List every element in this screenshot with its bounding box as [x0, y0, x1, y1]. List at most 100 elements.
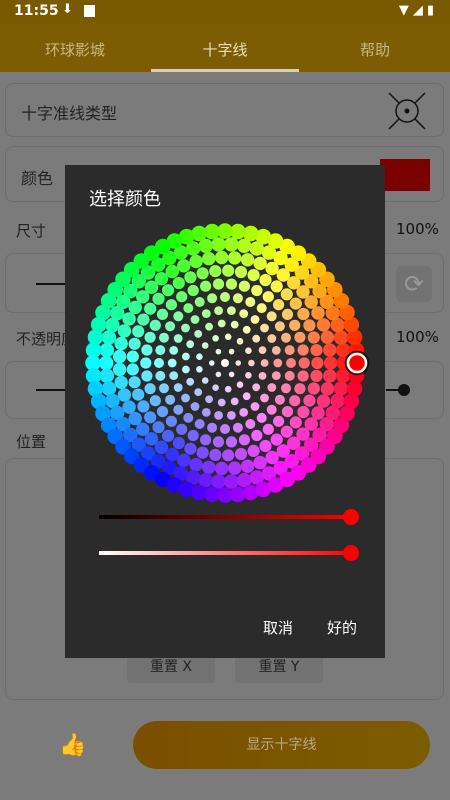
lightness-slider-thumb[interactable]: [343, 509, 359, 525]
color-dot[interactable]: [184, 442, 197, 455]
color-dot[interactable]: [221, 359, 229, 367]
cancel-button[interactable]: 取消: [263, 617, 293, 638]
color-dot[interactable]: [205, 322, 214, 331]
color-dot[interactable]: [247, 444, 260, 457]
color-dot[interactable]: [137, 400, 150, 413]
color-dot[interactable]: [141, 344, 153, 356]
color-dot[interactable]: [251, 429, 263, 442]
color-swatch[interactable]: [380, 159, 430, 191]
color-dot[interactable]: [232, 422, 243, 433]
color-dot[interactable]: [122, 400, 136, 414]
color-dot[interactable]: [307, 382, 320, 395]
color-dot[interactable]: [122, 312, 136, 326]
color-dot[interactable]: [225, 278, 238, 290]
color-dot[interactable]: [173, 383, 183, 392]
color-dot[interactable]: [242, 325, 251, 334]
show-crosshair-button[interactable]: 显示十字线: [133, 721, 430, 769]
color-dot[interactable]: [258, 346, 267, 354]
color-dot[interactable]: [200, 434, 212, 446]
color-dot[interactable]: [172, 436, 185, 450]
color-dot[interactable]: [330, 393, 345, 409]
color-dot[interactable]: [239, 408, 249, 417]
color-dot[interactable]: [253, 256, 267, 271]
selected-color-marker[interactable]: [346, 352, 368, 374]
color-dot[interactable]: [132, 388, 145, 401]
color-dot[interactable]: [152, 292, 165, 305]
color-dot[interactable]: [190, 402, 200, 411]
color-dot[interactable]: [167, 358, 177, 368]
color-dot[interactable]: [239, 309, 249, 318]
color-dot[interactable]: [281, 332, 291, 343]
color-dot[interactable]: [222, 449, 235, 462]
opacity-slider-thumb[interactable]: [398, 384, 410, 396]
color-dot[interactable]: [284, 370, 295, 381]
color-dot[interactable]: [251, 284, 263, 297]
color-dot[interactable]: [196, 267, 209, 280]
color-dot[interactable]: [274, 321, 285, 332]
color-dot[interactable]: [280, 425, 293, 438]
color-dot[interactable]: [209, 448, 222, 461]
color-dot[interactable]: [186, 377, 195, 386]
color-dot[interactable]: [253, 455, 267, 470]
color-dot[interactable]: [311, 406, 325, 420]
color-dot[interactable]: [214, 411, 224, 420]
color-dot[interactable]: [234, 265, 248, 279]
color-dot[interactable]: [242, 392, 251, 401]
color-dot[interactable]: [252, 334, 261, 343]
color-dot[interactable]: [202, 460, 216, 475]
color-dot[interactable]: [212, 384, 219, 391]
color-dot[interactable]: [187, 284, 199, 297]
color-dot[interactable]: [159, 383, 169, 394]
color-dot[interactable]: [260, 323, 269, 333]
color-dot[interactable]: [156, 406, 169, 418]
color-dot[interactable]: [128, 337, 141, 350]
color-dot[interactable]: [225, 436, 238, 448]
color-dot[interactable]: [177, 453, 191, 467]
color-dot[interactable]: [182, 365, 190, 374]
color-dot[interactable]: [187, 429, 199, 442]
color-dot[interactable]: [267, 334, 277, 343]
color-dot[interactable]: [238, 280, 250, 292]
color-dot[interactable]: [201, 377, 209, 384]
color-dot[interactable]: [284, 345, 295, 356]
color-dot[interactable]: [297, 307, 310, 321]
color-dot[interactable]: [194, 297, 205, 307]
color-dot[interactable]: [132, 325, 145, 338]
color-dot[interactable]: [209, 360, 215, 366]
color-dot[interactable]: [165, 415, 177, 427]
color-dot[interactable]: [114, 336, 128, 351]
alpha-slider[interactable]: [99, 551, 351, 555]
alpha-slider-thumb[interactable]: [343, 545, 359, 561]
tab-help[interactable]: 帮助: [300, 39, 450, 60]
color-dot[interactable]: [212, 278, 225, 290]
color-dot[interactable]: [273, 415, 285, 427]
ok-button[interactable]: 好的: [327, 617, 357, 638]
color-dot[interactable]: [152, 421, 165, 434]
color-dot[interactable]: [262, 423, 274, 435]
color-dot[interactable]: [202, 251, 216, 266]
color-dot[interactable]: [212, 436, 225, 448]
color-dot[interactable]: [217, 398, 226, 407]
tab-crosshair[interactable]: 十字线: [150, 39, 300, 60]
color-dot[interactable]: [155, 345, 166, 356]
color-dot[interactable]: [297, 405, 310, 419]
color-dot[interactable]: [289, 395, 301, 407]
color-dot[interactable]: [260, 393, 269, 403]
color-dot[interactable]: [155, 370, 166, 381]
color-dot[interactable]: [259, 273, 272, 287]
color-dot[interactable]: [201, 309, 211, 318]
color-dot[interactable]: [236, 381, 244, 388]
color-dot[interactable]: [144, 331, 156, 343]
color-dot[interactable]: [207, 422, 218, 433]
color-dot[interactable]: [172, 276, 185, 290]
color-dot[interactable]: [273, 299, 285, 311]
color-dot[interactable]: [235, 360, 241, 366]
color-dot[interactable]: [311, 356, 324, 370]
color-dot[interactable]: [205, 395, 214, 404]
color-dot[interactable]: [186, 340, 195, 349]
color-dot[interactable]: [262, 291, 274, 303]
color-dot[interactable]: [320, 382, 335, 396]
color-dot[interactable]: [289, 297, 302, 310]
color-dot[interactable]: [252, 383, 261, 392]
color-dot[interactable]: [260, 359, 269, 367]
